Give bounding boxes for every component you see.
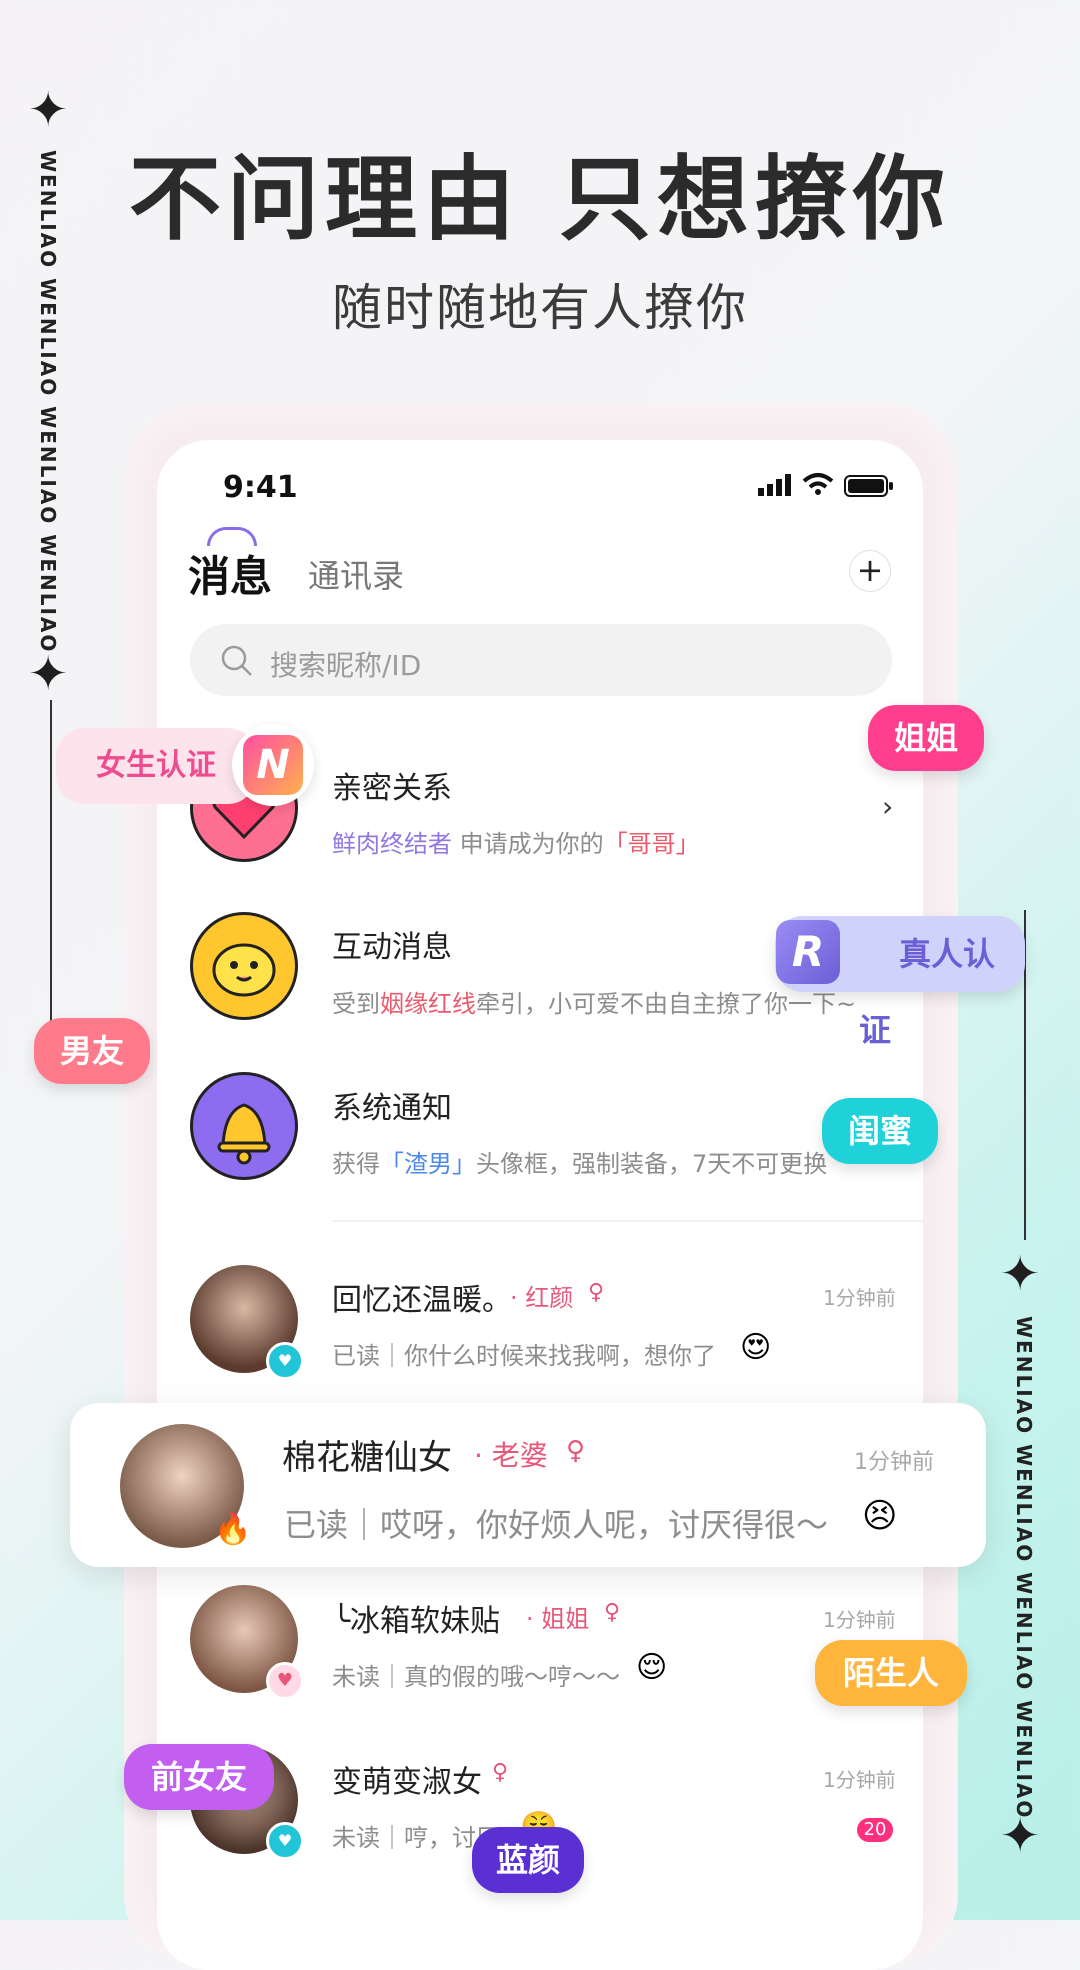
girl-verify-tag: 女生认证 bbox=[56, 728, 256, 804]
status-time: 9:41 bbox=[223, 470, 298, 505]
chat-preview: 已读｜你什么时候来找我啊，想你了 bbox=[332, 1342, 716, 1370]
chat-time: 1分钟前 bbox=[823, 1286, 896, 1310]
notice-avatar[interactable] bbox=[190, 1072, 298, 1180]
sparkle-icon: ✦ bbox=[28, 82, 69, 138]
chat-name[interactable]: ╰冰箱软妹贴 bbox=[332, 1596, 500, 1640]
girl-verify-icon: N bbox=[243, 735, 303, 795]
emoji-icon: 😍 bbox=[740, 1330, 772, 1365]
tab-contacts[interactable]: 通讯录 bbox=[308, 551, 404, 597]
sparkle-icon: ✦ bbox=[28, 646, 69, 702]
subheadline: 随时随地有人撩你 bbox=[332, 279, 748, 337]
relation-tag: · 红颜 bbox=[510, 1284, 574, 1312]
tab-messages[interactable]: 消息 bbox=[188, 543, 272, 604]
side-text-left: WENLIAO WENLIAO WENLIAO WENLIAO bbox=[36, 150, 60, 654]
search-icon bbox=[220, 644, 254, 682]
intimacy-title[interactable]: 亲密关系 bbox=[332, 763, 452, 807]
emoji-icon: 😣 bbox=[862, 1496, 898, 1536]
chat-time: 1分钟前 bbox=[823, 1608, 896, 1632]
female-icon: ♀ bbox=[588, 1280, 605, 1305]
divider bbox=[332, 1220, 923, 1222]
chat-name[interactable]: 棉花糖仙女 bbox=[282, 1430, 452, 1479]
emoji-icon: 😌 bbox=[636, 1650, 668, 1685]
chat-name[interactable]: 回忆还温暖。 bbox=[332, 1275, 512, 1319]
battery-icon bbox=[844, 474, 894, 502]
tag-qiannvyou: 前女友 bbox=[124, 1744, 274, 1810]
tag-jiejie: 姐姐 bbox=[868, 705, 984, 771]
female-icon: ♀ bbox=[604, 1600, 621, 1625]
notice-title[interactable]: 系统通知 bbox=[332, 1083, 452, 1127]
relation-tag: · 姐姐 bbox=[526, 1605, 590, 1633]
lips-badge-icon: ♥ bbox=[266, 1662, 304, 1700]
tag-nanyou: 男友 bbox=[34, 1018, 150, 1084]
fire-badge-icon: 🔥 bbox=[214, 1512, 252, 1547]
search-placeholder: 搜索昵称/ID bbox=[270, 649, 422, 682]
real-verify-icon: R bbox=[776, 920, 840, 984]
chat-time: 1分钟前 bbox=[854, 1450, 934, 1475]
side-text-right: WENLIAO WENLIAO WENLIAO WENLIAO bbox=[1012, 1316, 1036, 1820]
sparkle-icon: ✦ bbox=[1000, 1808, 1041, 1864]
tag-guimi: 闺蜜 bbox=[822, 1098, 938, 1164]
tag-lanyan: 蓝颜 bbox=[472, 1827, 584, 1893]
unread-badge: 20 bbox=[857, 1818, 893, 1842]
relation-tag: · 老婆 bbox=[474, 1439, 548, 1472]
chat-time: 1分钟前 bbox=[823, 1768, 896, 1792]
intimacy-subtitle: 鲜肉终结者 申请成为你的「哥哥」 bbox=[332, 830, 700, 858]
wifi-icon bbox=[802, 472, 834, 500]
chat-preview: 已读｜哎呀，你好烦人呢，讨厌得很～ bbox=[284, 1506, 829, 1544]
interaction-avatar[interactable] bbox=[190, 912, 298, 1020]
heart-badge-icon: ♥ bbox=[266, 1822, 304, 1860]
interaction-title[interactable]: 互动消息 bbox=[332, 922, 452, 966]
female-icon: ♀ bbox=[492, 1760, 509, 1785]
chat-name[interactable]: 变萌变淑女 bbox=[332, 1757, 482, 1801]
headline: 不问理由 只想撩你 bbox=[128, 146, 952, 253]
heart-badge-icon: ♥ bbox=[266, 1342, 304, 1380]
female-icon: ♀ bbox=[566, 1436, 586, 1466]
add-button[interactable]: + bbox=[849, 550, 891, 592]
sparkle-icon: ✦ bbox=[1000, 1246, 1041, 1302]
tag-moshengren: 陌生人 bbox=[815, 1640, 967, 1706]
chat-preview: 未读｜真的假的哦～哼～～ bbox=[332, 1663, 620, 1691]
decor-line bbox=[50, 700, 52, 1030]
notice-subtitle: 获得「渣男」头像框，强制装备，7天不可更换 bbox=[332, 1150, 828, 1178]
signal-icon bbox=[758, 474, 794, 500]
chevron-right-icon[interactable]: › bbox=[882, 790, 893, 823]
